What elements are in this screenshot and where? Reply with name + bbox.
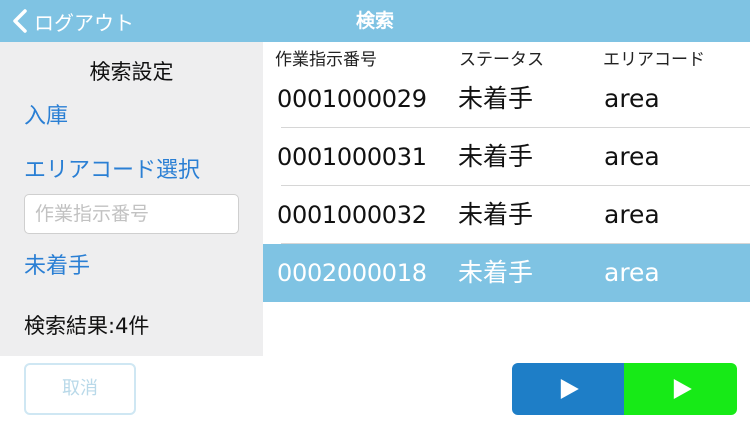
order-number-cell: 0002000018: [277, 259, 427, 287]
order-number-cell: 0001000032: [277, 201, 427, 229]
status-filter-link[interactable]: 未着手: [24, 248, 90, 280]
search-settings-title: 検索設定: [89, 60, 174, 84]
status-cell: 未着手: [458, 200, 534, 229]
execute-button[interactable]: [624, 363, 737, 415]
warehouse-type-link[interactable]: 入庫: [24, 98, 68, 130]
column-header-area-code: エリアコード: [603, 50, 705, 70]
area-code-cell: area: [604, 142, 660, 171]
play-icon: [560, 379, 579, 399]
table-row[interactable]: 0001000032 未着手 area: [263, 186, 750, 244]
column-header-status: ステータス: [459, 50, 544, 70]
order-number-cell: 0001000031: [277, 143, 427, 171]
area-code-cell: area: [604, 258, 660, 287]
table-row[interactable]: 0001000029 未着手 area: [263, 70, 750, 128]
area-code-cell: area: [604, 200, 660, 229]
start-button[interactable]: [512, 363, 624, 415]
table-header: 作業指示番号 ステータス エリアコード: [263, 42, 750, 70]
order-number-cell: 0001000029: [277, 85, 427, 113]
status-cell: 未着手: [458, 142, 534, 171]
status-cell: 未着手: [458, 258, 534, 287]
area-code-cell: area: [604, 84, 660, 113]
area-code-select-link[interactable]: エリアコード選択: [24, 152, 200, 184]
result-count: 検索結果:4件: [24, 314, 150, 338]
search-settings-panel: 検索設定 入庫 エリアコード選択 未着手 検索結果:4件: [0, 42, 263, 356]
navigation-bar: ログアウト 検索: [0, 0, 750, 42]
logout-button[interactable]: ログアウト: [12, 0, 134, 42]
play-icon: [673, 379, 692, 399]
chevron-left-icon: [13, 9, 27, 33]
order-number-input[interactable]: [24, 194, 239, 234]
table-row[interactable]: 0001000031 未着手 area: [263, 128, 750, 186]
column-header-order-number: 作業指示番号: [275, 50, 377, 70]
cancel-button[interactable]: 取消: [24, 363, 136, 415]
table-row-selected[interactable]: 0002000018 未着手 area: [263, 244, 750, 302]
status-cell: 未着手: [458, 84, 534, 113]
logout-label: ログアウト: [34, 10, 134, 35]
